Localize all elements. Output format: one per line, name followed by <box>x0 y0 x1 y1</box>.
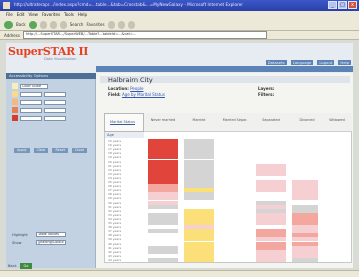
color-swatch <box>12 83 18 89</box>
options-buttons: Apply Clear Reset Close <box>14 148 88 153</box>
color-scale-row: Color Scale <box>12 83 48 89</box>
field-label: Field: <box>108 92 121 97</box>
mail-icon[interactable] <box>117 20 125 29</box>
range-to-input[interactable] <box>44 115 66 121</box>
color-swatch <box>12 115 18 121</box>
page-title: Halbrairn City <box>108 76 153 84</box>
apply-button[interactable]: Apply <box>14 148 30 153</box>
location-value[interactable]: People <box>130 86 143 91</box>
nav-logout-link[interactable]: Logout <box>317 60 335 65</box>
top-nav: Datasets Language Logout Help <box>265 60 351 65</box>
range-to-input[interactable] <box>44 107 66 113</box>
range-to-input[interactable] <box>44 91 66 97</box>
back-arrow-icon[interactable] <box>4 20 13 29</box>
menu-help[interactable]: Help <box>78 12 87 19</box>
column-header[interactable]: Married Separ. <box>218 118 252 122</box>
range-row-4 <box>12 115 66 121</box>
row-variable-link[interactable]: Marital Status <box>110 120 135 124</box>
table-cell <box>220 257 250 262</box>
stop-icon[interactable] <box>39 20 47 29</box>
browser-icon <box>3 2 10 9</box>
field-info: Field: Age by Marital Status <box>108 92 165 97</box>
range-from-input[interactable] <box>20 115 42 121</box>
menu-edit[interactable]: Edit <box>17 12 25 19</box>
column-header[interactable]: Married <box>182 118 216 122</box>
home-icon[interactable] <box>59 20 67 29</box>
menu-view[interactable]: View <box>28 12 38 19</box>
filters-label: Filters: <box>258 92 275 97</box>
row-label: 44 years <box>108 257 122 262</box>
color-scale-field[interactable]: Color Scale <box>20 83 48 89</box>
window-controls: _ □ x <box>328 1 357 9</box>
reset-button[interactable]: Reset <box>52 148 68 153</box>
address-bar: Address http://...SuperSTAR.../SuperWEB/… <box>0 31 359 40</box>
highlight-select[interactable]: Table Values <box>36 232 66 237</box>
range-from-input[interactable] <box>20 91 42 97</box>
range-from-input[interactable] <box>20 99 42 105</box>
table-cell <box>292 257 318 262</box>
range-row-3 <box>12 107 66 113</box>
forward-arrow-icon[interactable] <box>28 20 37 29</box>
table-cell <box>324 257 348 262</box>
app-logo: SuperSTAR II Data Visualisation <box>8 45 94 68</box>
maximize-button[interactable]: □ <box>338 1 347 9</box>
color-swatch <box>12 107 18 113</box>
menu-file[interactable]: File <box>6 12 13 19</box>
menu-bar: File Edit View Favorites Tools Help <box>0 11 359 19</box>
menu-favorites[interactable]: Favorites <box>42 12 60 19</box>
table-cell <box>256 257 286 262</box>
menu-tools[interactable]: Tools <box>64 12 74 19</box>
color-swatch <box>12 91 18 97</box>
column-header[interactable]: Divorced <box>290 118 324 122</box>
browser-toolbar: Back Search Favorites <box>0 19 359 31</box>
clear-button[interactable]: Clear <box>33 148 49 153</box>
table-cell <box>148 257 178 262</box>
panel-actions: Back Go <box>8 262 92 270</box>
print-icon[interactable] <box>127 20 135 29</box>
column-header[interactable]: Widowed <box>322 118 352 122</box>
search-button[interactable]: Search <box>70 22 84 27</box>
show-row: Show Shading/Colour Ranges <box>12 240 66 245</box>
options-panel-header: Accessibility Options <box>6 73 96 79</box>
go-button[interactable]: Go <box>19 263 33 269</box>
row-category-label[interactable]: Age <box>105 132 144 138</box>
range-to-input[interactable] <box>44 99 66 105</box>
close-button[interactable]: x <box>348 1 357 9</box>
window-title-bar: http://ultraterapr.../index.aspx?cmd=...… <box>0 0 359 11</box>
window-title: http://ultraterapr.../index.aspx?cmd=...… <box>14 2 243 7</box>
range-row-2 <box>12 99 66 105</box>
show-label: Show <box>12 240 22 245</box>
location-info: Location: People <box>108 86 143 91</box>
refresh-icon[interactable] <box>49 20 57 29</box>
column-header[interactable]: Separated <box>254 118 288 122</box>
address-input[interactable]: http://...SuperSTAR.../SuperWEB/...Table… <box>22 31 267 39</box>
nav-datasets-link[interactable]: Datasets <box>265 60 287 65</box>
layers-label: Layers: <box>258 86 275 91</box>
history-icon[interactable] <box>107 20 115 29</box>
back-link[interactable]: Back <box>8 264 17 268</box>
table-cell <box>184 257 214 262</box>
highlight-label: Highlight <box>12 232 28 237</box>
field-value[interactable]: Age by Marital Status <box>122 92 165 97</box>
show-select[interactable]: Shading/Colour Ranges <box>36 240 66 245</box>
close-panel-button[interactable]: Close <box>71 148 88 153</box>
minimize-button[interactable]: _ <box>328 1 337 9</box>
status-bar <box>0 270 359 277</box>
location-label: Location: <box>108 86 129 91</box>
color-swatch <box>12 99 18 105</box>
nav-help-link[interactable]: Help <box>338 60 351 65</box>
address-label: Address <box>4 32 20 38</box>
highlight-row: Highlight Table Values <box>12 232 66 237</box>
favorites-button[interactable]: Favorites <box>86 22 104 27</box>
back-button-label[interactable]: Back <box>16 22 26 27</box>
range-from-input[interactable] <box>20 107 42 113</box>
column-header[interactable]: Never married <box>146 118 180 122</box>
nav-strip <box>96 66 353 72</box>
nav-language-link[interactable]: Language <box>290 60 314 65</box>
range-row-1 <box>12 91 66 97</box>
